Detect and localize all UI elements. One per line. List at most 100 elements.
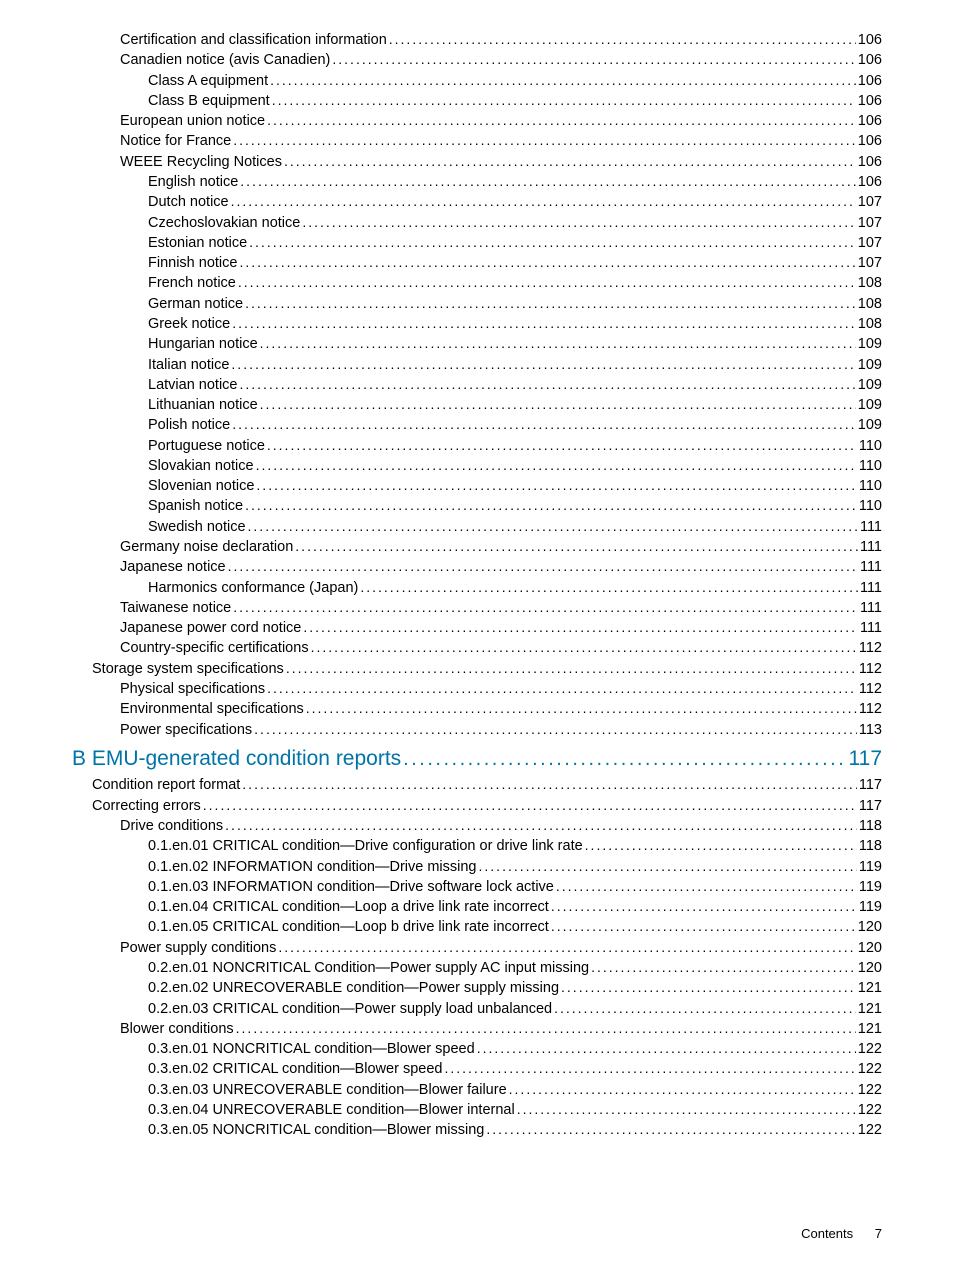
toc-entry-label: Germany noise declaration — [120, 538, 293, 557]
toc-leader-dots — [260, 334, 856, 353]
toc-leader-dots — [267, 436, 857, 455]
toc-entry-page: 106 — [858, 72, 882, 91]
toc-entry: 0.3.en.01 NONCRITICAL condition—Blower s… — [72, 1039, 882, 1059]
toc-entry-label: 0.3.en.03 UNRECOVERABLE condition—Blower… — [148, 1081, 507, 1100]
toc-entry: 0.1.en.04 CRITICAL condition—Loop a driv… — [72, 897, 882, 917]
toc-leader-dots — [551, 897, 857, 916]
toc-entry-page: 122 — [858, 1121, 882, 1140]
toc-entry: 0.1.en.03 INFORMATION condition—Drive so… — [72, 877, 882, 897]
toc-entry-label: Physical specifications — [120, 680, 265, 699]
toc-entry: Estonian notice107 — [72, 233, 882, 253]
toc-entry-page: 106 — [858, 132, 882, 151]
toc-leader-dots — [203, 796, 857, 815]
toc-entry: Finnish notice 107 — [72, 253, 882, 273]
toc-entry: Certification and classification informa… — [72, 30, 882, 50]
footer-page-number: 7 — [875, 1226, 882, 1241]
toc-entry: Swedish notice111 — [72, 517, 882, 537]
toc-entry: Japanese power cord notice111 — [72, 618, 882, 638]
toc-entry-label: Slovenian notice — [148, 477, 254, 496]
toc-leader-dots — [236, 1019, 856, 1038]
toc-leader-dots — [249, 233, 856, 252]
toc-leader-dots — [242, 775, 857, 794]
toc-entry: 0.1.en.01 CRITICAL condition—Drive confi… — [72, 836, 882, 856]
toc-entry: Power supply conditions120 — [72, 938, 882, 958]
toc-entry: Class A equipment106 — [72, 71, 882, 91]
toc-entry-page: 119 — [859, 878, 882, 897]
toc-entry-page: 107 — [858, 254, 882, 273]
toc-entry-label: Country-specific certifications — [120, 639, 309, 658]
toc-entry-page: 106 — [858, 92, 882, 111]
toc-entry: Latvian notice109 — [72, 375, 882, 395]
toc-entry: Country-specific certifications 112 — [72, 638, 882, 658]
toc-entry: 0.2.en.01 NONCRITICAL Condition—Power su… — [72, 958, 882, 978]
toc-entry-page: 110 — [859, 457, 882, 476]
toc-leader-dots — [389, 30, 856, 49]
toc-entry-page: 121 — [858, 979, 882, 998]
toc-leader-dots — [486, 1120, 855, 1139]
toc-entry-label: 0.1.en.01 CRITICAL condition—Drive confi… — [148, 837, 583, 856]
toc-entry-label: Canadien notice (avis Canadien) — [120, 51, 330, 70]
toc-entry-page: 106 — [858, 173, 882, 192]
toc-leader-dots — [238, 273, 856, 292]
toc-leader-dots — [256, 476, 856, 495]
toc-entry: Slovenian notice110 — [72, 476, 882, 496]
toc-entry-label: Hungarian notice — [148, 335, 258, 354]
toc-entry: 0.3.en.03 UNRECOVERABLE condition—Blower… — [72, 1080, 882, 1100]
toc-leader-dots — [225, 816, 857, 835]
toc-entry-label: Environmental specifications — [120, 700, 304, 719]
toc-entry-label: Czechoslovakian notice — [148, 214, 300, 233]
toc-entry-page: 121 — [858, 1000, 882, 1019]
toc-entry-page: 108 — [858, 315, 882, 334]
toc-leader-dots — [254, 720, 857, 739]
toc-entry-label: 0.3.en.04 UNRECOVERABLE condition—Blower… — [148, 1101, 515, 1120]
toc-entry: Japanese notice 111 — [72, 557, 882, 577]
toc-entry-page: 106 — [858, 153, 882, 172]
toc-entry: Spanish notice110 — [72, 496, 882, 516]
toc-leader-dots — [272, 91, 856, 110]
toc-entry-page: 112 — [859, 680, 882, 699]
toc-leader-dots — [245, 294, 856, 313]
toc-entry: 0.1.en.02 INFORMATION condition—Drive mi… — [72, 857, 882, 877]
toc-entry-page: 107 — [858, 193, 882, 212]
toc-entry-label: Taiwanese notice — [120, 599, 231, 618]
toc-entry: 0.3.en.02 CRITICAL condition—Blower spee… — [72, 1059, 882, 1079]
toc-entry-label: 0.2.en.01 NONCRITICAL Condition—Power su… — [148, 959, 589, 978]
toc-entry-label: Japanese power cord notice — [120, 619, 301, 638]
toc-entry-page: 107 — [858, 234, 882, 253]
toc-leader-dots — [302, 213, 855, 232]
toc-entry: Czechoslovakian notice107 — [72, 213, 882, 233]
toc-entry: Dutch notice 107 — [72, 192, 882, 212]
toc-entry: Taiwanese notice111 — [72, 598, 882, 618]
toc-entry-label: WEEE Recycling Notices — [120, 153, 282, 172]
toc-entry-label: Drive conditions — [120, 817, 223, 836]
toc-entry-page: 117 — [859, 797, 882, 816]
toc-entry: Condition report format117 — [72, 775, 882, 795]
footer-label: Contents — [801, 1226, 853, 1241]
toc-entry-label: European union notice — [120, 112, 265, 131]
toc-leader-dots — [556, 877, 857, 896]
toc-leader-dots — [248, 517, 858, 536]
toc-leader-dots — [332, 50, 855, 69]
toc-entry-label: Slovakian notice — [148, 457, 254, 476]
toc-entry-label: Blower conditions — [120, 1020, 234, 1039]
toc-entry: WEEE Recycling Notices 106 — [72, 152, 882, 172]
toc-entry-label: Dutch notice — [148, 193, 229, 212]
toc-entry-label: French notice — [148, 274, 236, 293]
toc-entry-page: 111 — [860, 558, 882, 577]
toc-entry: Environmental specifications 112 — [72, 699, 882, 719]
toc-entry-page: 112 — [859, 639, 882, 658]
toc-leader-dots — [233, 598, 858, 617]
toc-entry-label: Italian notice — [148, 356, 229, 375]
toc-leader-dots — [554, 999, 856, 1018]
toc-entry-label: Finnish notice — [148, 254, 237, 273]
toc-entry-page: 121 — [858, 1020, 882, 1039]
toc-leader-dots — [231, 192, 856, 211]
toc-entry-label: Power supply conditions — [120, 939, 276, 958]
toc-entry-page: 112 — [859, 700, 882, 719]
toc-leader-dots — [260, 395, 856, 414]
toc-entry-label: 0.3.en.05 NONCRITICAL condition—Blower m… — [148, 1121, 484, 1140]
toc-entry-label: Japanese notice — [120, 558, 226, 577]
toc-leader-dots — [267, 111, 856, 130]
toc-entry: 0.1.en.05 CRITICAL condition—Loop b driv… — [72, 917, 882, 937]
toc-entry: 0.2.en.02 UNRECOVERABLE condition—Power … — [72, 978, 882, 998]
